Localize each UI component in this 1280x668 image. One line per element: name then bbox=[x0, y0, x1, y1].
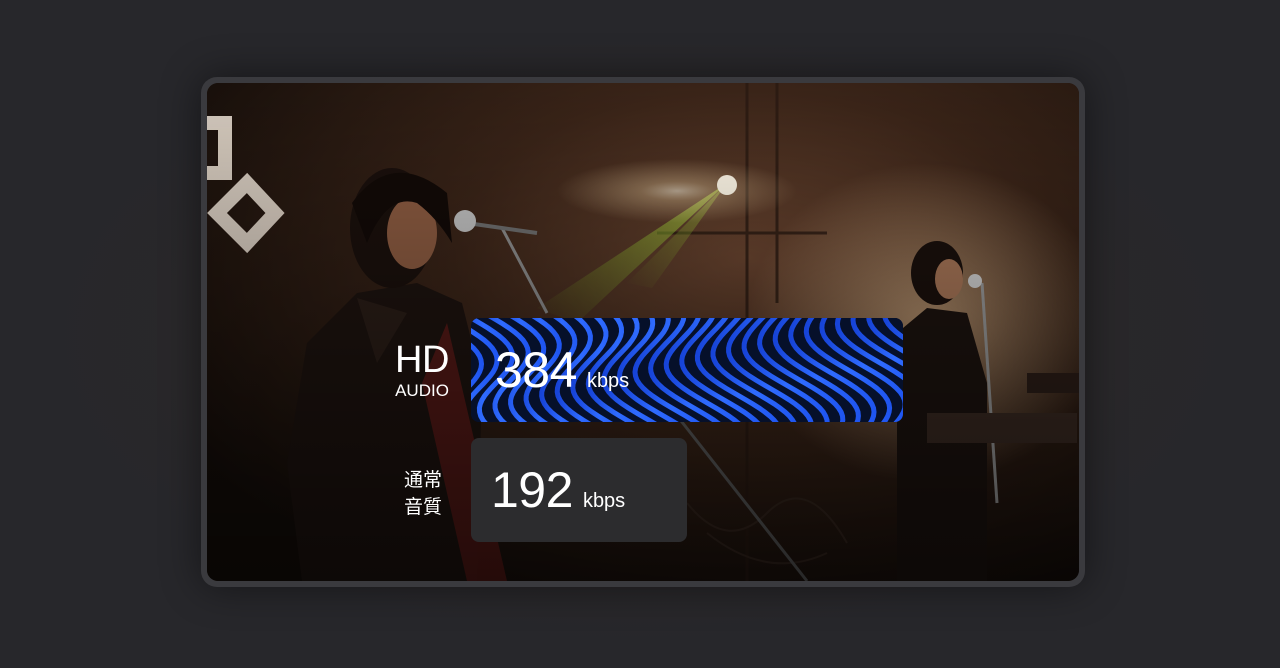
normal-bitrate-unit: kbps bbox=[582, 490, 626, 512]
screen: HD AUDIO 384 kbps 通常 音質 192 kbps bbox=[207, 83, 1079, 581]
hd-audio-label: HD AUDIO bbox=[377, 341, 467, 401]
hd-bitrate-unit: kbps bbox=[586, 370, 630, 392]
normal-label-line1: 通常 bbox=[403, 469, 442, 491]
hd-bitrate-value: 384 bbox=[495, 342, 577, 398]
normal-bitrate-value: 192 bbox=[491, 462, 573, 518]
hd-subtitle: AUDIO bbox=[395, 381, 449, 400]
normal-quality-label: 通常 音質 bbox=[383, 467, 463, 521]
hd-bitrate-card: 384 kbps bbox=[471, 318, 903, 422]
device-frame: HD AUDIO 384 kbps 通常 音質 192 kbps bbox=[201, 77, 1085, 587]
normal-bitrate-card: 192 kbps bbox=[471, 438, 687, 542]
normal-label-line2: 音質 bbox=[403, 496, 442, 518]
hd-title: HD bbox=[395, 339, 449, 381]
